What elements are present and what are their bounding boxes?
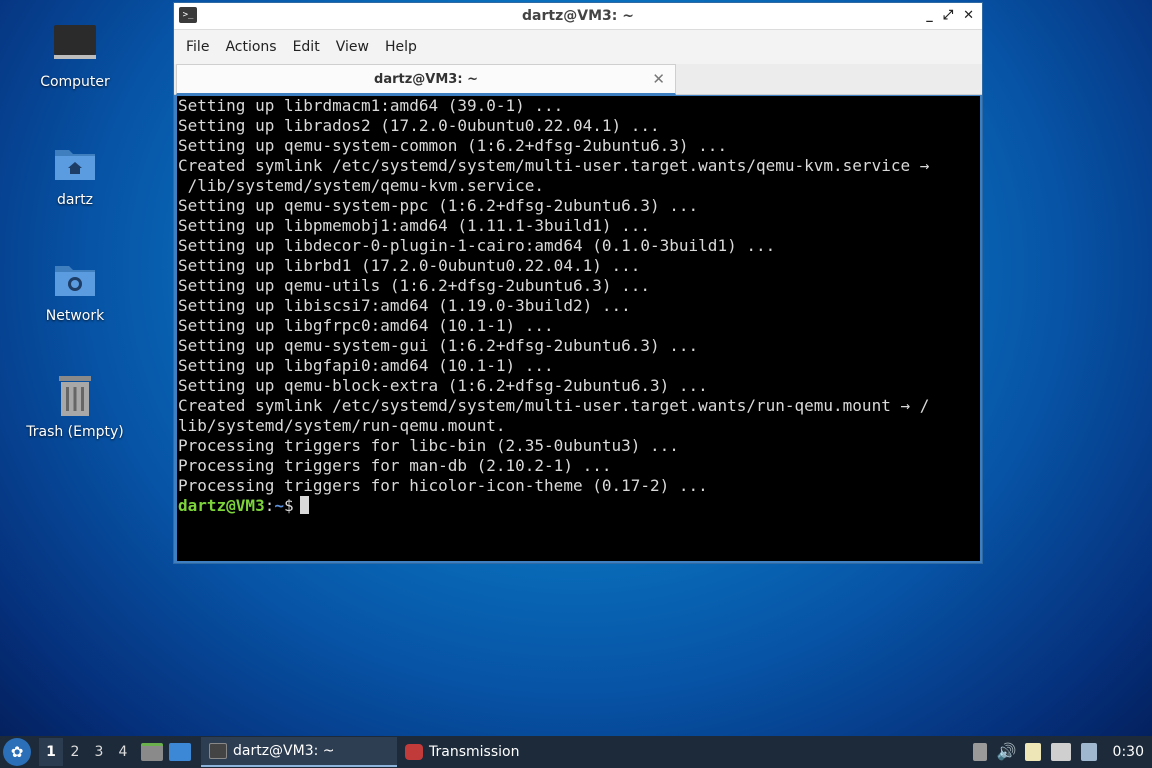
prompt-user: dartz@VM3 — [178, 496, 265, 515]
menu-file[interactable]: File — [178, 39, 217, 55]
taskbar-task-terminal[interactable]: dartz@VM3: ~ — [201, 737, 397, 767]
terminal-line: Setting up libpmemobj1:amd64 (1.11.1-3bu… — [178, 216, 651, 235]
text-cursor — [299, 496, 309, 514]
computer-icon — [54, 25, 96, 59]
minimize-icon[interactable]: _ — [926, 8, 933, 23]
terminal-line: Setting up librdmacm1:amd64 (39.0-1) ... — [178, 96, 564, 115]
terminal-line: Setting up libgfrpc0:amd64 (10.1-1) ... — [178, 316, 554, 335]
terminal-line: Processing triggers for libc-bin (2.35-0… — [178, 436, 679, 455]
tab-label: dartz@VM3: ~ — [374, 71, 478, 87]
terminal-line: Setting up libgfapi0:amd64 (10.1-1) ... — [178, 356, 554, 375]
task-label: dartz@VM3: ~ — [233, 743, 335, 759]
terminal-line: Setting up qemu-system-gui (1:6.2+dfsg-2… — [178, 336, 699, 355]
terminal-tab[interactable]: dartz@VM3: ~ ✕ — [176, 64, 676, 95]
workspace-3[interactable]: 3 — [87, 744, 111, 760]
terminal-line: /lib/systemd/system/qemu-kvm.service. — [178, 176, 545, 195]
terminal-line: Setting up librbd1 (17.2.0-0ubuntu0.22.0… — [178, 256, 641, 275]
desktop-icon-label: Network — [45, 308, 105, 324]
menu-edit[interactable]: Edit — [285, 39, 328, 55]
close-icon[interactable]: ✕ — [963, 8, 974, 23]
volume-icon[interactable]: 🔊 — [997, 743, 1017, 761]
prompt-separator: : — [264, 496, 275, 515]
desktop-icon-label: Computer — [40, 74, 110, 90]
terminal-window: >_ dartz@VM3: ~ _ ⤢ ✕ File Actions Edit … — [173, 2, 983, 564]
clipboard-icon[interactable] — [1024, 743, 1041, 761]
menu-help[interactable]: Help — [377, 39, 425, 55]
prompt-path: ~ — [274, 496, 284, 515]
terminal-prompt-line: dartz@VM3:~$ — [178, 496, 980, 516]
terminal-line: Setting up libdecor-0-plugin-1-cairo:amd… — [178, 236, 776, 255]
workspace-2[interactable]: 2 — [63, 744, 87, 760]
task-label: Transmission — [429, 744, 520, 760]
window-title: dartz@VM3: ~ — [522, 8, 634, 24]
terminal-line: Setting up qemu-system-common (1:6.2+dfs… — [178, 136, 728, 155]
menubar: File Actions Edit View Help — [174, 30, 982, 64]
workspace-1[interactable]: 1 — [39, 738, 63, 766]
desktop-icon-home-folder[interactable]: dartz — [20, 140, 130, 208]
file-manager-icon[interactable] — [141, 743, 163, 761]
terminal-line: Setting up librados2 (17.2.0-0ubuntu0.22… — [178, 116, 660, 135]
network-folder-icon — [55, 266, 95, 296]
terminal-line: Created symlink /etc/systemd/system/mult… — [178, 156, 930, 175]
desktop-icon-network[interactable]: Network — [20, 256, 130, 324]
upload-icon[interactable] — [972, 743, 987, 761]
home-folder-icon — [55, 150, 95, 180]
terminal-icon[interactable]: >_ — [179, 7, 197, 23]
terminal-line: Processing triggers for hicolor-icon-the… — [178, 476, 708, 495]
terminal-line: Created symlink /etc/systemd/system/mult… — [178, 396, 930, 415]
desktop-icon-label: Trash (Empty) — [26, 424, 124, 440]
terminal-output[interactable]: Setting up librdmacm1:amd64 (39.0-1) ...… — [177, 96, 980, 561]
taskbar-task-transmission[interactable]: Transmission — [397, 737, 527, 767]
terminal-line: Setting up qemu-block-extra (1:6.2+dfsg-… — [178, 376, 708, 395]
maximize-icon[interactable]: ⤢ — [943, 8, 953, 23]
desktop-icon-label: dartz — [56, 192, 94, 208]
terminal-icon — [209, 743, 227, 759]
clock[interactable]: 0:30 — [1113, 744, 1144, 760]
workspace-4[interactable]: 4 — [111, 744, 135, 760]
prompt-symbol: $ — [283, 496, 294, 515]
terminal-line: Setting up qemu-utils (1:6.2+dfsg-2ubunt… — [178, 276, 651, 295]
window-titlebar[interactable]: >_ dartz@VM3: ~ _ ⤢ ✕ — [174, 3, 982, 30]
notification-icon[interactable] — [1080, 743, 1097, 761]
network-icon[interactable] — [1050, 743, 1071, 761]
transmission-icon — [405, 744, 423, 760]
tab-close-icon[interactable]: ✕ — [652, 70, 665, 88]
terminal-line: Setting up libiscsi7:amd64 (1.19.0-3buil… — [178, 296, 631, 315]
desktop-icon-trash[interactable]: Trash (Empty) — [20, 372, 130, 440]
system-tray: 🔊 0:30 — [972, 736, 1152, 768]
menu-actions[interactable]: Actions — [217, 39, 284, 55]
taskbar: ✿ 1 2 3 4 dartz@VM3: ~ Transmission 🔊 0:… — [0, 736, 1152, 768]
trash-icon — [59, 376, 91, 416]
terminal-line: lib/systemd/system/run-qemu.mount. — [178, 416, 506, 435]
tabbar: dartz@VM3: ~ ✕ — [174, 64, 982, 95]
terminal-line: Processing triggers for man-db (2.10.2-1… — [178, 456, 612, 475]
terminal-line: Setting up qemu-system-ppc (1:6.2+dfsg-2… — [178, 196, 699, 215]
menu-view[interactable]: View — [328, 39, 377, 55]
start-menu-icon[interactable]: ✿ — [3, 738, 31, 766]
show-desktop-icon[interactable] — [169, 743, 191, 761]
desktop-icon-computer[interactable]: Computer — [20, 22, 130, 90]
